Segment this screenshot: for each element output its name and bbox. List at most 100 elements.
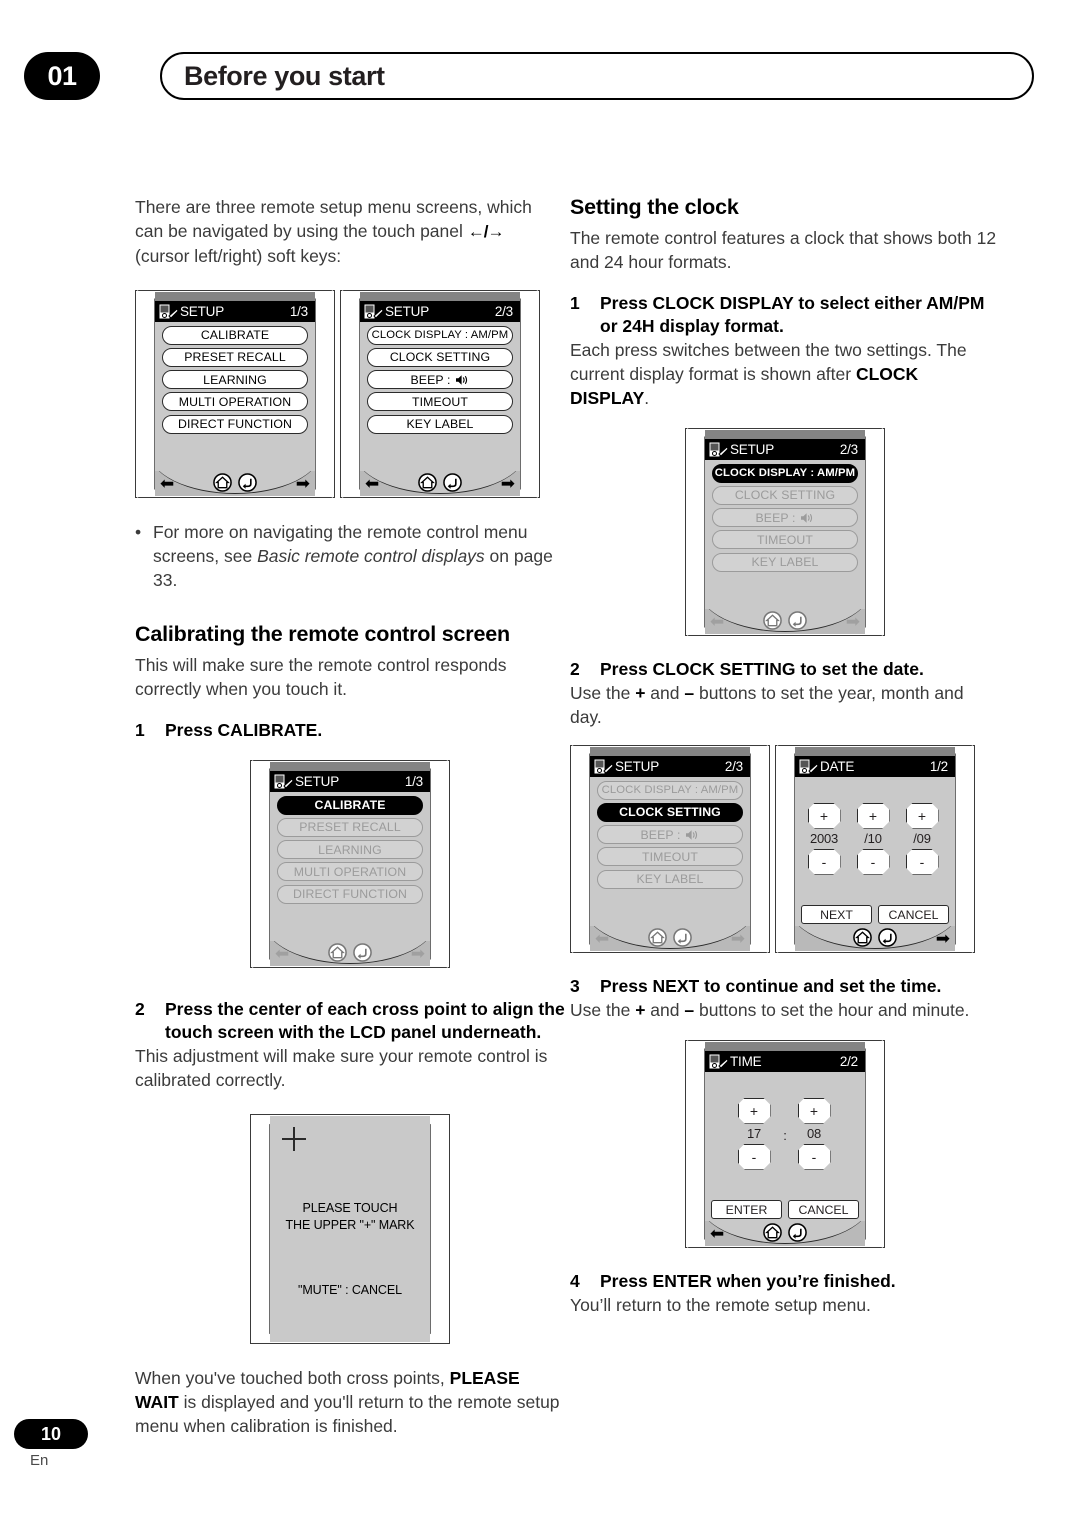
lcd-navbar: ⬅ ➡: [270, 941, 430, 967]
lcd-page-indicator: 1/3: [404, 773, 423, 789]
footer-language-code: En: [30, 1452, 49, 1469]
lcd-menu-item-clock-setting-selected[interactable]: CLOCK SETTING: [597, 802, 743, 822]
lcd-titlebar: SETUP 2/3: [705, 438, 865, 460]
lcd-nav-right-arrow-icon[interactable]: ➡: [411, 945, 425, 962]
lcd-menu-item-clock-display[interactable]: CLOCK DISPLAY : AM/PM: [367, 325, 513, 345]
lcd-nav-left-arrow-icon[interactable]: ⬅: [710, 1225, 724, 1242]
lcd-home-icon[interactable]: [213, 473, 232, 493]
date-day-plus-button[interactable]: +: [905, 802, 939, 829]
lcd-menu-item-clock-setting[interactable]: CLOCK SETTING: [367, 347, 513, 367]
lcd-back-icon[interactable]: [878, 928, 897, 948]
lcd-menu-item-beep[interactable]: BEEP :: [712, 508, 858, 528]
step-1-calibrate: 1 Press CALIBRATE.: [135, 719, 565, 742]
lcd-menu-item-calibrate[interactable]: CALIBRATE: [162, 325, 308, 345]
time-hour-plus-button[interactable]: +: [737, 1097, 771, 1124]
date-month-plus-button[interactable]: +: [856, 802, 890, 829]
lcd-nav-right-arrow-icon[interactable]: ➡: [501, 475, 515, 492]
lcd-nav-right-arrow-icon[interactable]: ➡: [296, 475, 310, 492]
date-next-button[interactable]: NEXT: [801, 905, 872, 925]
lcd-home-icon[interactable]: [763, 1223, 782, 1243]
time-value-grid: + 17 - : + 08 - ENTER CANCEL: [705, 1072, 865, 1222]
lcd-menu-item-clock-display-selected[interactable]: CLOCK DISPLAY : AM/PM: [712, 463, 858, 483]
lcd-nav-left-arrow-icon[interactable]: ⬅: [710, 613, 724, 630]
calibrate-screen-wrap: SETUP 1/3 CALIBRATE PRESET RECALL LEARNI…: [135, 760, 565, 968]
lcd-home-icon[interactable]: [648, 928, 667, 948]
step-number: 3: [570, 976, 580, 996]
date-year-minus-button[interactable]: -: [807, 848, 841, 875]
lcd-menu-item-beep-label: BEEP :: [755, 510, 796, 525]
date-month-minus-button[interactable]: -: [856, 848, 890, 875]
lcd-menu-item-beep-label: BEEP :: [410, 372, 451, 387]
lcd-nav-left-arrow-icon[interactable]: ⬅: [275, 945, 289, 962]
lcd-nav-right-arrow-icon[interactable]: ➡: [936, 930, 950, 947]
date-cancel-button[interactable]: CANCEL: [878, 905, 949, 925]
date-year-column: + 2003 -: [803, 802, 845, 875]
setup-screens-pair: SETUP 1/3 CALIBRATE PRESET RECALL LEARNI…: [135, 290, 565, 498]
lcd-menu-item-learning[interactable]: LEARNING: [277, 840, 423, 860]
plus-symbol: +: [635, 683, 646, 703]
lcd-menu-item-preset-recall[interactable]: PRESET RECALL: [162, 347, 308, 367]
time-enter-button[interactable]: ENTER: [711, 1200, 782, 1220]
lcd-menu-item-multi-operation[interactable]: MULTI OPERATION: [162, 392, 308, 412]
lcd-menu-item-clock-display[interactable]: CLOCK DISPLAY : AM/PM: [597, 780, 743, 800]
calibrating-body: This will make sure the remote control r…: [135, 655, 507, 699]
step-2-body: Use the + and – buttons to set the year,…: [570, 681, 1000, 729]
step-text: Press NEXT to continue and set the time.: [600, 976, 942, 996]
lcd-nav-left-arrow-icon[interactable]: ⬅: [365, 475, 379, 492]
date-year-plus-button[interactable]: +: [807, 802, 841, 829]
calibration-cross-mark-icon[interactable]: [282, 1126, 306, 1151]
lcd-home-icon[interactable]: [328, 943, 347, 963]
minus-symbol: –: [684, 1000, 695, 1020]
lcd-menu-item-key-label[interactable]: KEY LABEL: [597, 869, 743, 889]
lcd-menu-item-calibrate-selected[interactable]: CALIBRATE: [277, 795, 423, 815]
date-day-value: /09: [913, 830, 931, 846]
lcd-nav-left-arrow-icon[interactable]: ⬅: [595, 930, 609, 947]
lcd-menu-item-beep[interactable]: BEEP :: [597, 825, 743, 845]
lcd-titlebar: SETUP 1/3: [155, 300, 315, 322]
lcd-menu-item-timeout[interactable]: TIMEOUT: [597, 847, 743, 867]
date-day-column: + /09 -: [901, 802, 943, 875]
lcd-menu-item-timeout[interactable]: TIMEOUT: [367, 392, 513, 412]
lcd-nav-left-arrow-icon[interactable]: ⬅: [160, 475, 174, 492]
lcd-home-icon[interactable]: [418, 473, 437, 493]
lcd-nav-right-arrow-icon[interactable]: ➡: [846, 613, 860, 630]
remote-stylus-icon: [158, 303, 178, 320]
footer-page-number: 10: [14, 1419, 88, 1449]
lcd-nav-right-arrow-icon[interactable]: ➡: [731, 930, 745, 947]
time-hour-minus-button[interactable]: -: [737, 1143, 771, 1170]
time-minute-value: 08: [806, 1125, 822, 1141]
lcd-back-icon[interactable]: [788, 611, 807, 631]
time-minute-column: + 08 -: [793, 1097, 835, 1170]
lcd-back-icon[interactable]: [353, 943, 372, 963]
lcd-menu-item-key-label[interactable]: KEY LABEL: [712, 552, 858, 572]
date-day-minus-button[interactable]: -: [905, 848, 939, 875]
lcd-menu-item-clock-setting[interactable]: CLOCK SETTING: [712, 485, 858, 505]
lcd-back-icon[interactable]: [238, 473, 257, 493]
lcd-menu-item-multi-operation[interactable]: MULTI OPERATION: [277, 862, 423, 882]
lcd-back-icon[interactable]: [788, 1223, 807, 1243]
lcd-menu-item-timeout[interactable]: TIMEOUT: [712, 530, 858, 550]
step-2-body-a: Use the: [570, 683, 636, 703]
lcd-home-icon[interactable]: [763, 611, 782, 631]
time-minute-plus-button[interactable]: +: [797, 1097, 831, 1124]
lcd-navbar: ⬅ ➡: [705, 609, 865, 635]
time-minute-minus-button[interactable]: -: [797, 1143, 831, 1170]
lcd-back-icon[interactable]: [673, 928, 692, 948]
lcd-menu-item-direct-function[interactable]: DIRECT FUNCTION: [277, 884, 423, 904]
time-cancel-button[interactable]: CANCEL: [788, 1200, 859, 1220]
lcd-menu-item-beep[interactable]: BEEP :: [367, 370, 513, 390]
section-title-setting-the-clock: Setting the clock: [570, 195, 739, 219]
lcd-home-icon[interactable]: [853, 928, 872, 948]
lcd-menu-item-direct-function[interactable]: DIRECT FUNCTION: [162, 414, 308, 434]
remote-stylus-icon: [708, 441, 728, 458]
bullet-text-italic: Basic remote control displays: [257, 546, 485, 566]
lcd-menu-item-preset-recall[interactable]: PRESET RECALL: [277, 817, 423, 837]
lcd-menu-item-key-label[interactable]: KEY LABEL: [367, 414, 513, 434]
lcd-navbar: ⬅ ➡: [155, 471, 315, 497]
lcd-menu-item-learning[interactable]: LEARNING: [162, 370, 308, 390]
lcd-page-indicator: 1/2: [929, 758, 948, 774]
closing-text-b: is displayed and you'll return to the re…: [135, 1392, 560, 1436]
lcd-back-icon[interactable]: [443, 473, 462, 493]
bullet-text: For more on navigating the remote contro…: [153, 520, 565, 592]
lcd-title: SETUP: [730, 441, 775, 457]
